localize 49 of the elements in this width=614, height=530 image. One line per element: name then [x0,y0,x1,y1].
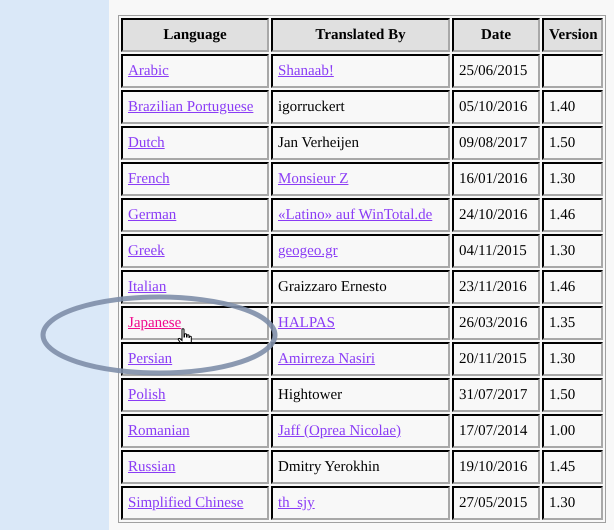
date-text: 31/07/2017 [459,386,528,403]
translator-name: Graizzaro Ernesto [278,278,387,295]
language-link[interactable]: Japanese [128,314,182,331]
date-text: 20/11/2015 [459,350,527,367]
date-text: 23/11/2016 [459,278,527,295]
translator-link[interactable]: th_sjy [278,494,315,511]
language-link[interactable]: Arabic [128,62,169,79]
language-link[interactable]: Greek [128,242,165,259]
version-text: 1.00 [549,422,576,439]
translator-link[interactable]: geogeo.gr [278,242,338,259]
date-text: 26/03/2016 [459,314,528,331]
version-text: 1.50 [549,134,576,151]
translator-name: igorruckert [278,98,345,115]
version-text: 1.50 [549,386,576,403]
version-text: 1.30 [549,242,576,259]
translator-name: Hightower [278,386,342,403]
translator-name: Jan Verheijen [278,134,359,151]
version-text: 1.46 [549,278,576,295]
version-text: 1.46 [549,206,576,223]
version-text: 1.30 [549,494,576,511]
date-text: 09/08/2017 [459,134,528,151]
date-text: 05/10/2016 [459,98,528,115]
date-text: 04/11/2015 [459,242,527,259]
version-text: 1.30 [549,170,576,187]
date-text: 19/10/2016 [459,458,528,475]
language-link[interactable]: Italian [128,278,166,295]
date-text: 27/05/2015 [459,494,528,511]
column-header: Date [452,18,540,52]
version-text: 1.30 [549,350,576,367]
date-text: 17/07/2014 [459,422,528,439]
column-header: Language [121,18,269,52]
translator-name: Dmitry Yerokhin [278,458,380,475]
date-text: 25/06/2015 [459,62,528,79]
date-text: 16/01/2016 [459,170,528,187]
language-link[interactable]: German [128,206,176,223]
column-header: Version [542,18,603,52]
language-link[interactable]: Persian [128,350,172,367]
language-link[interactable]: Dutch [128,134,165,151]
translator-link[interactable]: HALPAS [278,314,335,331]
version-text: 1.40 [549,98,576,115]
translator-link[interactable]: Shanaab! [278,62,334,79]
language-link[interactable]: Polish [128,386,166,403]
language-link[interactable]: French [128,170,170,187]
version-text: 1.35 [549,314,576,331]
translator-link[interactable]: Monsieur Z [278,170,348,187]
version-text: 1.45 [549,458,576,475]
date-text: 24/10/2016 [459,206,528,223]
language-link[interactable]: Russian [128,458,176,475]
column-header: Translated By [271,18,450,52]
